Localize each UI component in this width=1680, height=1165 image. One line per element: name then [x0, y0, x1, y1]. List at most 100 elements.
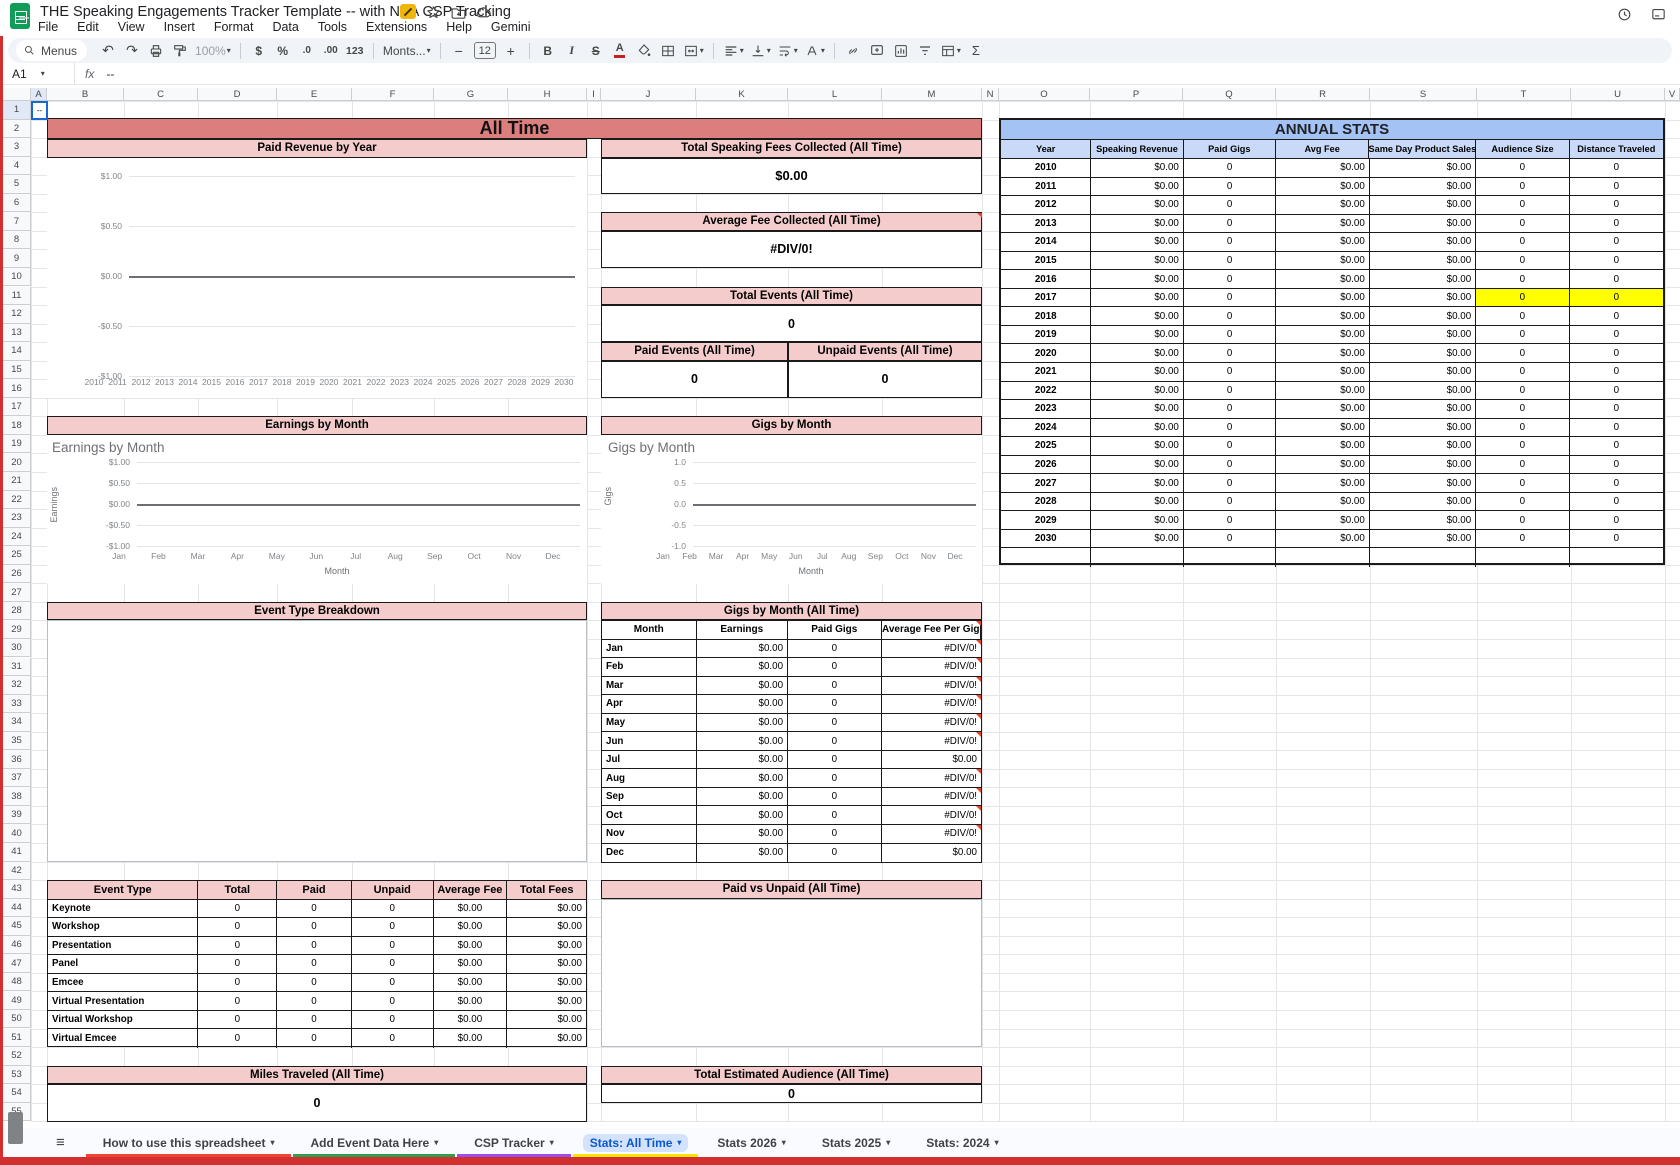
cell[interactable]: 0: [1570, 400, 1663, 418]
cell[interactable]: $0.00: [697, 806, 789, 824]
cell[interactable]: $0.00: [507, 937, 586, 955]
cell[interactable]: $0.00: [697, 788, 789, 806]
cell[interactable]: 0: [788, 751, 881, 769]
cell[interactable]: Feb: [602, 658, 697, 676]
cell[interactable]: $0.00: [1091, 382, 1183, 400]
total-events-header[interactable]: Total Events (All Time): [601, 287, 982, 306]
text-wrap-button[interactable]: ▾: [775, 40, 800, 61]
cell[interactable]: $0.00: [1370, 530, 1476, 548]
cell[interactable]: $0.00: [507, 974, 586, 992]
cell[interactable]: $0.00: [1370, 196, 1476, 214]
cell[interactable]: $0.00: [1370, 400, 1476, 418]
gigs-by-month-table[interactable]: MonthEarningsPaid GigsAverage Fee Per Gi…: [601, 620, 982, 863]
sheet-tab-stats-2026[interactable]: Stats 2026▾: [699, 1128, 803, 1157]
cell[interactable]: 2024: [1001, 419, 1091, 437]
chevron-down-icon[interactable]: ▾: [995, 1139, 999, 1147]
cell[interactable]: 0: [352, 937, 434, 955]
row-header-27[interactable]: 27: [3, 583, 31, 602]
increase-font-size-button[interactable]: +: [500, 40, 522, 61]
cell[interactable]: 0: [1184, 159, 1276, 177]
column-header-Q[interactable]: Q: [1183, 88, 1276, 101]
cell[interactable]: 0: [788, 769, 881, 787]
cell[interactable]: 0: [352, 992, 434, 1010]
paid-revenue-chart[interactable]: $1.00$0.50$0.00-$0.50-$1.002010201120122…: [47, 158, 587, 398]
gigs-table-header[interactable]: Gigs by Month (All Time): [601, 602, 982, 621]
sheet-tab-how-to-use-this-spreadsheet[interactable]: How to use this spreadsheet▾: [85, 1128, 293, 1157]
cell[interactable]: 2020: [1001, 344, 1091, 362]
fill-color-button[interactable]: [633, 40, 655, 61]
cell[interactable]: 2023: [1001, 400, 1091, 418]
cell[interactable]: 0: [788, 658, 881, 676]
cell[interactable]: 0: [1570, 307, 1663, 325]
cell[interactable]: $0.00: [1370, 270, 1476, 288]
cell[interactable]: $0.00: [1276, 363, 1369, 381]
cell[interactable]: 0: [1476, 196, 1569, 214]
cell[interactable]: 0: [1476, 233, 1569, 251]
cell[interactable]: 0: [277, 1029, 352, 1048]
text-color-button[interactable]: A: [609, 40, 631, 61]
column-header-R[interactable]: R: [1276, 88, 1370, 101]
cell[interactable]: $0.00: [1370, 252, 1476, 270]
row-header-1[interactable]: 1: [3, 101, 31, 120]
unpaid-events-value[interactable]: 0: [788, 361, 982, 399]
column-header-N[interactable]: N: [982, 88, 999, 101]
cell[interactable]: $0.00: [1370, 493, 1476, 511]
cell[interactable]: 2026: [1001, 456, 1091, 474]
cell[interactable]: Aug: [602, 769, 697, 787]
cell[interactable]: $0.00: [697, 732, 789, 750]
cell[interactable]: $0.00: [1276, 437, 1369, 455]
cell[interactable]: 0: [1476, 493, 1569, 511]
zoom-select[interactable]: 100%▾: [193, 40, 233, 61]
functions-button[interactable]: Σ: [965, 40, 987, 61]
cell[interactable]: $0.00: [1091, 511, 1183, 529]
cell[interactable]: 0: [1476, 474, 1569, 492]
paid-vs-unpaid-chart-placeholder[interactable]: [601, 899, 982, 1048]
unpaid-events-header[interactable]: Unpaid Events (All Time): [788, 342, 982, 361]
cell[interactable]: $0.00: [1370, 474, 1476, 492]
insert-link-button[interactable]: [842, 40, 864, 61]
cell[interactable]: 0: [1476, 159, 1569, 177]
column-header-I[interactable]: I: [587, 88, 601, 101]
cell[interactable]: $0.00: [1276, 511, 1369, 529]
cell[interactable]: 0: [1570, 363, 1663, 381]
cell[interactable]: $0.00: [434, 1011, 508, 1029]
cell[interactable]: 0: [198, 1029, 277, 1048]
paid-revenue-section-header[interactable]: Paid Revenue by Year: [47, 139, 587, 158]
cell[interactable]: 0: [788, 714, 881, 732]
format-percent-button[interactable]: %: [272, 40, 294, 61]
cell[interactable]: [1184, 548, 1276, 567]
cell[interactable]: 0: [277, 900, 352, 918]
row-header-39[interactable]: 39: [3, 806, 31, 825]
version-history-icon[interactable]: [1616, 6, 1633, 23]
cell[interactable]: 0: [1476, 307, 1569, 325]
cell[interactable]: $0.00: [1276, 530, 1369, 548]
paid-events-value[interactable]: 0: [601, 361, 788, 399]
cell[interactable]: 0: [1184, 344, 1276, 362]
cell[interactable]: $0.00: [1370, 511, 1476, 529]
row-header-33[interactable]: 33: [3, 695, 31, 714]
row-header-49[interactable]: 49: [3, 991, 31, 1010]
cell[interactable]: 0: [1184, 178, 1276, 196]
cell[interactable]: Jun: [602, 732, 697, 750]
cell[interactable]: #DIV/0!: [882, 677, 981, 695]
cell[interactable]: $0.00: [1276, 252, 1369, 270]
row-header-15[interactable]: 15: [3, 361, 31, 380]
more-formats-button[interactable]: 123: [344, 40, 366, 61]
row-header-20[interactable]: 20: [3, 453, 31, 472]
cell[interactable]: #DIV/0!: [882, 640, 981, 658]
menus-search-button[interactable]: Menus: [16, 40, 87, 61]
cell[interactable]: 0: [1184, 196, 1276, 214]
cell[interactable]: $0.00: [1091, 233, 1183, 251]
font-size-input[interactable]: 12: [472, 40, 498, 61]
row-header-41[interactable]: 41: [3, 843, 31, 862]
vertical-align-button[interactable]: ▾: [748, 40, 773, 61]
cell[interactable]: $0.00: [434, 955, 508, 973]
row-header-13[interactable]: 13: [3, 324, 31, 343]
cell[interactable]: $0.00: [1370, 326, 1476, 344]
cell[interactable]: $0.00: [1370, 437, 1476, 455]
row-header-37[interactable]: 37: [3, 769, 31, 788]
row-header-12[interactable]: 12: [3, 305, 31, 324]
cell[interactable]: $0.00: [1276, 419, 1369, 437]
all-time-banner[interactable]: All Time: [47, 118, 982, 139]
menu-edit[interactable]: Edit: [77, 20, 99, 34]
